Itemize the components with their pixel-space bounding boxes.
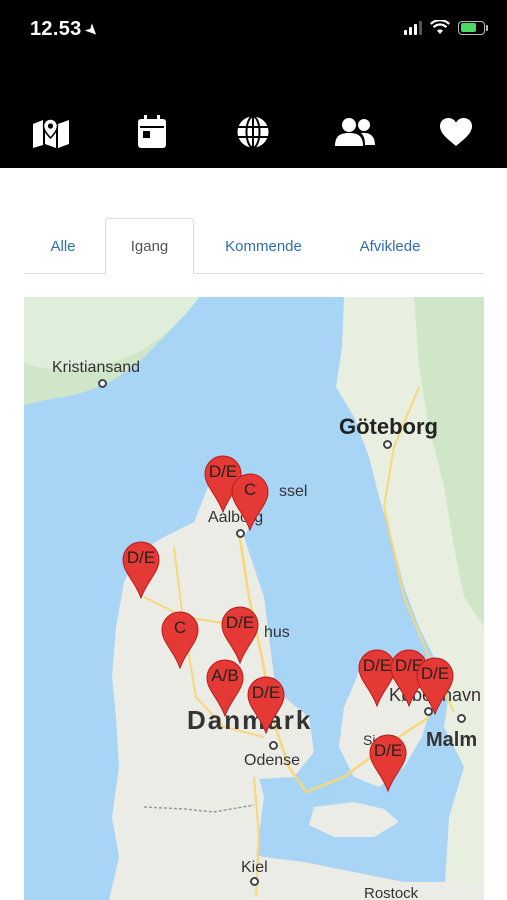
battery-icon bbox=[458, 20, 488, 35]
location-icon: ➤ bbox=[82, 20, 102, 41]
place-kiel: Kiel bbox=[241, 859, 268, 876]
map-pin[interactable]: C bbox=[231, 473, 269, 531]
globe-icon bbox=[237, 115, 269, 149]
nav-calendar-button[interactable] bbox=[127, 108, 177, 156]
status-icons bbox=[404, 20, 488, 35]
pin-label: D/E bbox=[126, 548, 156, 567]
map-background bbox=[24, 297, 484, 900]
place-malmo: Malm bbox=[426, 729, 478, 751]
place-odense: Odense bbox=[244, 752, 301, 769]
place-dot bbox=[383, 440, 392, 449]
map-pin[interactable]: D/E bbox=[221, 606, 259, 664]
map-pin[interactable]: D/E bbox=[369, 734, 407, 792]
place-dot bbox=[250, 877, 259, 886]
heart-icon bbox=[440, 118, 472, 146]
pin-label: D/E bbox=[225, 613, 255, 632]
wifi-icon bbox=[430, 20, 450, 34]
map-pin[interactable]: D/E bbox=[122, 541, 160, 599]
pin-label: D/E bbox=[251, 683, 281, 702]
pin-label: D/E bbox=[420, 664, 450, 683]
pin-label: C bbox=[243, 480, 257, 499]
map-pin[interactable]: D/E bbox=[247, 676, 285, 734]
place-dot bbox=[269, 741, 278, 750]
tab-alle[interactable]: Alle bbox=[24, 218, 102, 274]
map-icon bbox=[33, 118, 69, 148]
place-dot bbox=[457, 714, 466, 723]
events-map[interactable]: Kristiansand Göteborg Aalborg ssel hus D… bbox=[24, 297, 484, 900]
place-aarhus: hus bbox=[264, 624, 290, 641]
event-tabs: Alle Igang Kommende Afviklede bbox=[24, 218, 484, 275]
nav-heart-button[interactable] bbox=[431, 108, 481, 156]
place-kristiansand: Kristiansand bbox=[52, 359, 141, 376]
tab-afviklede[interactable]: Afviklede bbox=[334, 218, 446, 274]
signal-icon bbox=[404, 20, 422, 35]
map-pin[interactable]: D/E bbox=[416, 657, 454, 715]
place-dot bbox=[98, 379, 107, 388]
status-time: 12.53➤ bbox=[30, 18, 102, 41]
top-bar: 12.53➤ bbox=[0, 0, 507, 168]
icon-nav bbox=[0, 108, 507, 156]
time-text: 12.53 bbox=[30, 18, 82, 40]
calendar-icon bbox=[138, 115, 166, 148]
place-rostock: Rostock bbox=[364, 885, 419, 900]
pin-label: D/E bbox=[373, 741, 403, 760]
map-pin[interactable]: A/B bbox=[206, 659, 244, 717]
users-icon bbox=[335, 118, 375, 146]
pin-label: A/B bbox=[211, 666, 239, 685]
place-goteborg: Göteborg bbox=[339, 414, 438, 439]
nav-globe-button[interactable] bbox=[228, 108, 278, 156]
pin-label: C bbox=[173, 618, 187, 637]
tab-igang[interactable]: Igang bbox=[105, 218, 194, 275]
map-pin[interactable]: C bbox=[161, 611, 199, 669]
nav-map-button[interactable] bbox=[26, 108, 76, 156]
place-frederikshavn: ssel bbox=[279, 483, 308, 500]
nav-users-button[interactable] bbox=[330, 108, 380, 156]
tab-kommende[interactable]: Kommende bbox=[206, 218, 321, 274]
